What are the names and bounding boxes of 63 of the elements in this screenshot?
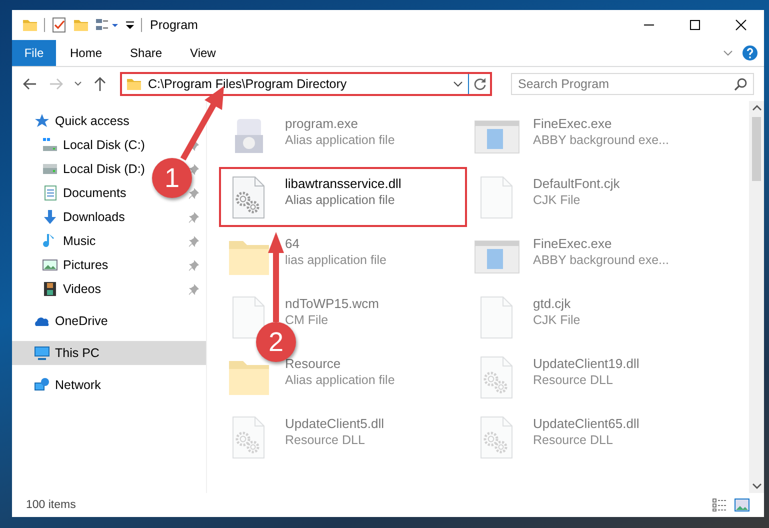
nav-item[interactable]: Local Disk (C:) (42, 133, 145, 157)
nav-item[interactable]: Documents (42, 181, 126, 205)
file-name: ndToWP15.wcm (285, 296, 379, 311)
picture-icon (42, 257, 58, 273)
maximize-icon (689, 19, 701, 31)
file-name: gtd.cjk (533, 296, 572, 311)
properties-icon[interactable] (95, 17, 119, 33)
nav-item[interactable]: This PC (12, 341, 206, 365)
file-type: CJK File (533, 313, 580, 327)
nav-item[interactable]: Videos (42, 277, 101, 301)
file-type: ABBY background exe... (533, 133, 669, 147)
nav-item[interactable]: Downloads (42, 205, 125, 229)
film-strip-icon (42, 281, 58, 297)
network-icon (34, 377, 50, 393)
file-tab[interactable]: File (12, 40, 56, 66)
search-field[interactable]: Search Program (511, 73, 754, 95)
file-name: UpdateClient5.dll (285, 416, 384, 431)
nav-item[interactable]: Quick access (12, 109, 206, 133)
drive-icon (42, 137, 58, 153)
star-icon (34, 113, 50, 129)
file-type: ABBY background exe... (533, 253, 669, 267)
file-type: Resource DLL (533, 433, 614, 447)
help-icon[interactable] (742, 45, 758, 61)
details-view-icon[interactable] (712, 498, 728, 512)
file-type: Resource DLL (533, 373, 614, 387)
file-type: lias application file (285, 253, 386, 267)
address-field[interactable]: C:\Program Files\Program Directory (122, 74, 468, 94)
scrollbar[interactable] (749, 101, 764, 493)
up-arrow-icon[interactable] (92, 76, 108, 92)
file-name: UpdateClient19.dll (533, 356, 640, 371)
large-icons-view-icon[interactable] (734, 498, 750, 512)
file-type: Alias application file (285, 133, 395, 147)
ribbon-tab[interactable]: View (176, 40, 230, 66)
file-name: 64 (285, 236, 300, 251)
file-item[interactable]: libawtransservice.dll Alias application file (219, 167, 467, 227)
nav-item[interactable]: Local Disk (D:) (42, 157, 145, 181)
file-name: FineExec.exe (533, 116, 613, 131)
search-icon (734, 77, 748, 91)
drive-icon (42, 161, 58, 177)
ribbon-tab[interactable]: Share (116, 40, 176, 66)
file-type: CJK File (533, 193, 582, 207)
window-title: Program (150, 18, 199, 32)
nav-item[interactable]: OneDrive (12, 309, 206, 333)
document-icon (42, 185, 58, 201)
back-arrow-icon[interactable] (22, 76, 38, 92)
file-name: FineExec.exe (533, 236, 613, 251)
nav-item[interactable]: Music (42, 229, 96, 253)
file-name: UpdateClient65.dll (533, 416, 640, 431)
monitor-icon (34, 345, 50, 361)
download-arrow-icon (42, 209, 58, 225)
file-type: Alias application file (285, 373, 395, 387)
file-name: program.exe (285, 116, 359, 131)
ribbon-tab[interactable]: Home (56, 40, 116, 66)
item-count: 100 items (26, 499, 76, 511)
checkmark-document-icon[interactable] (51, 17, 67, 33)
nav-item[interactable]: Pictures (42, 253, 108, 277)
file-name: DefaultFont.cjk (533, 176, 620, 191)
file-type: Resource DLL (285, 433, 366, 447)
scrollbar-thumb[interactable] (752, 117, 761, 181)
nav-item[interactable]: Network (12, 373, 206, 397)
close-icon (735, 19, 747, 31)
folder-icon (126, 76, 142, 92)
refresh-icon (472, 77, 486, 91)
